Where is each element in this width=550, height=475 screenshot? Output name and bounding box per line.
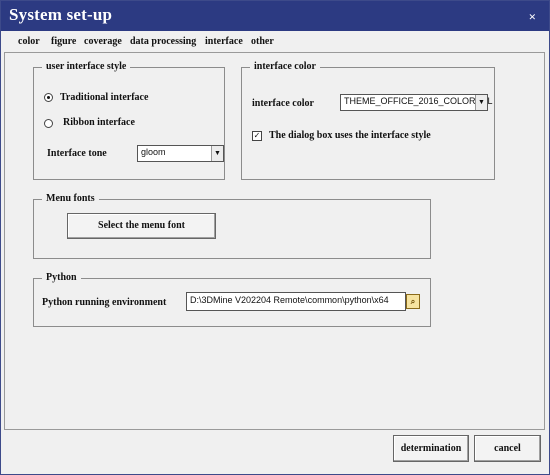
dialog-style-checkbox-label[interactable]: The dialog box uses the interface style	[269, 130, 431, 141]
tab-content-panel: user interface style Traditional interfa…	[4, 52, 545, 430]
python-group: Python Python running environment D:\3DM…	[33, 272, 431, 327]
tab-figure[interactable]: figure	[51, 36, 76, 47]
tab-coverage[interactable]: coverage	[84, 36, 122, 47]
close-icon[interactable]: ×	[529, 9, 536, 25]
interface-color-label: interface color	[252, 98, 314, 109]
user-interface-style-legend: user interface style	[42, 61, 131, 72]
tab-other[interactable]: other	[251, 36, 274, 47]
interface-tone-select[interactable]: gloom ▼	[137, 145, 224, 162]
window-title: System set-up	[9, 5, 113, 24]
interface-color-value: THEME_OFFICE_2016_COLORFUL	[344, 96, 493, 106]
select-menu-font-button[interactable]: Select the menu font	[67, 213, 216, 239]
tab-data-processing[interactable]: data processing	[130, 36, 196, 47]
ribbon-interface-label[interactable]: Ribbon interface	[63, 117, 135, 128]
tab-color[interactable]: color	[18, 36, 40, 47]
chevron-down-icon[interactable]: ▼	[475, 95, 487, 110]
user-interface-style-group: user interface style Traditional interfa…	[33, 61, 225, 180]
interface-tone-label: Interface tone	[47, 148, 107, 159]
traditional-interface-radio[interactable]	[44, 93, 53, 102]
cancel-button[interactable]: cancel	[474, 435, 541, 462]
chevron-down-icon[interactable]: ▼	[211, 146, 223, 161]
interface-color-legend: interface color	[250, 61, 320, 72]
browse-folder-icon[interactable]: ⌕	[406, 294, 420, 309]
menu-fonts-legend: Menu fonts	[42, 193, 99, 204]
dialog-style-checkbox[interactable]: ✓	[252, 131, 262, 141]
interface-color-select[interactable]: THEME_OFFICE_2016_COLORFUL ▼	[340, 94, 493, 111]
menu-fonts-group: Menu fonts Select the menu font	[33, 193, 431, 259]
interface-tone-value: gloom	[141, 147, 166, 157]
interface-color-group: interface color interface color THEME_OF…	[241, 61, 495, 180]
python-legend: Python	[42, 272, 81, 283]
traditional-interface-label[interactable]: Traditional interface	[60, 92, 148, 103]
python-environment-value: D:\3DMine V202204 Remote\common\python\x…	[190, 295, 389, 305]
tab-interface[interactable]: interface	[205, 36, 243, 47]
title-bar: System set-up ×	[1, 1, 549, 31]
python-environment-field[interactable]: D:\3DMine V202204 Remote\common\python\x…	[186, 292, 406, 311]
determination-button[interactable]: determination	[393, 435, 469, 462]
ribbon-interface-radio[interactable]	[44, 119, 53, 128]
python-environment-label: Python running environment	[42, 297, 167, 308]
